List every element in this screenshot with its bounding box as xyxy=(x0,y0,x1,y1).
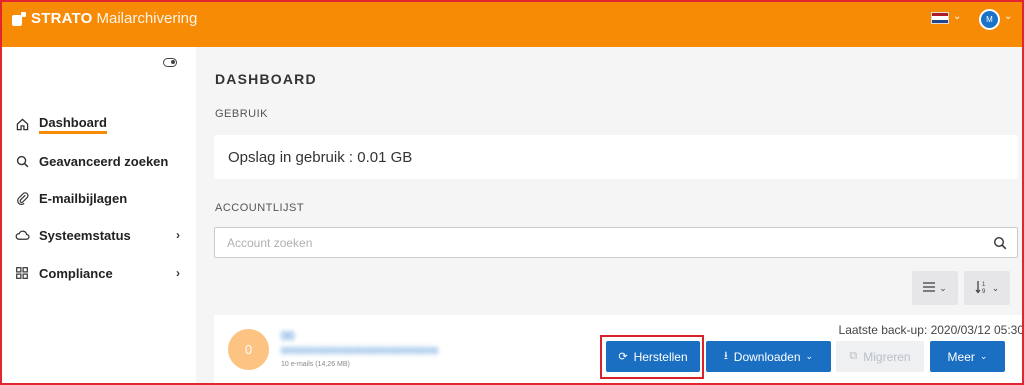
list-icon xyxy=(923,281,936,295)
search-icon xyxy=(14,153,30,169)
chevron-right-icon: › xyxy=(176,266,180,280)
chevron-down-icon[interactable]: ⌄ xyxy=(1004,11,1012,22)
download-icon: ⭳ xyxy=(723,350,728,362)
account-search-box[interactable] xyxy=(214,227,1018,258)
account-name[interactable]: 00 xyxy=(281,329,294,343)
sidebar: Dashboard Geavanceerd zoeken E-mailbijla… xyxy=(0,47,196,385)
storage-usage-text: Opslag in gebruik : 0.01 GB xyxy=(228,149,413,166)
view-options-button[interactable]: ⌄ xyxy=(912,271,958,305)
account-avatar: 0 xyxy=(228,329,269,370)
migrate-button-label: Migreren xyxy=(863,349,911,364)
download-button-label: Downloaden xyxy=(733,349,801,364)
account-email: 00000000000000000000000000 xyxy=(281,346,439,357)
usage-card: Opslag in gebruik : 0.01 GB xyxy=(214,135,1018,179)
sidebar-item-label: Dashboard xyxy=(39,115,107,134)
chevron-down-icon: ⌄ xyxy=(805,351,814,361)
sidebar-item-label: Systeemstatus xyxy=(39,227,131,243)
chevron-down-icon: ⌄ xyxy=(991,282,1000,293)
copy-icon: ⧉ xyxy=(849,350,858,362)
sidebar-item-label: Geavanceerd zoeken xyxy=(39,153,169,169)
chevron-down-icon: ⌄ xyxy=(939,282,947,293)
sidebar-item-compliance[interactable]: Compliance › xyxy=(14,262,186,284)
sidebar-item-attachments[interactable]: E-mailbijlagen xyxy=(14,187,186,209)
account-search-input[interactable] xyxy=(227,236,987,250)
top-bar: STRATO Mailarchivering ⌄ M ⌄ xyxy=(0,0,1024,47)
sort-icon: 19 xyxy=(975,280,989,297)
user-avatar[interactable]: M xyxy=(979,9,1000,30)
more-button[interactable]: Meer ⌄ xyxy=(930,341,1005,372)
sidebar-item-dashboard[interactable]: Dashboard xyxy=(14,113,186,135)
migrate-button[interactable]: ⧉ Migreren xyxy=(836,341,924,372)
chevron-right-icon: › xyxy=(176,228,180,242)
svg-text:9: 9 xyxy=(982,289,986,294)
sidebar-item-label: E-mailbijlagen xyxy=(39,190,128,206)
sidebar-toggle-icon[interactable] xyxy=(163,58,177,67)
search-icon[interactable] xyxy=(993,236,1007,250)
chevron-down-icon: ⌄ xyxy=(979,351,988,361)
home-icon xyxy=(14,116,30,132)
grid-icon xyxy=(14,265,30,281)
more-button-label: Meer xyxy=(947,349,975,364)
account-mail-count: 10 e-mails (14,26 MB) xyxy=(281,361,350,368)
sidebar-item-label: Compliance xyxy=(39,265,113,281)
cloud-icon xyxy=(14,227,30,243)
sort-options-button[interactable]: 19 ⌄ xyxy=(964,271,1010,305)
svg-text:1: 1 xyxy=(982,282,986,288)
paperclip-icon xyxy=(14,190,30,206)
usage-section-label: GEBRUIK xyxy=(215,108,269,120)
product-name: Mailarchivering xyxy=(96,10,198,27)
page-title: DASHBOARD xyxy=(215,71,317,87)
last-backup-text: Laatste back-up: 2020/03/12 05:30 xyxy=(838,323,1024,337)
highlight-annotation xyxy=(600,335,704,379)
account-list-label: ACCOUNTLIJST xyxy=(215,202,305,214)
strato-logo-icon xyxy=(12,11,26,26)
sidebar-item-system-status[interactable]: Systeemstatus › xyxy=(14,224,186,246)
brand-logo[interactable]: STRATO Mailarchivering xyxy=(12,10,197,27)
chevron-down-icon[interactable]: ⌄ xyxy=(953,11,961,22)
download-button[interactable]: ⭳ Downloaden ⌄ xyxy=(706,341,831,372)
dutch-flag-icon[interactable] xyxy=(931,12,949,24)
brand-name: STRATO xyxy=(31,10,93,27)
sidebar-item-advanced-search[interactable]: Geavanceerd zoeken xyxy=(14,150,186,172)
